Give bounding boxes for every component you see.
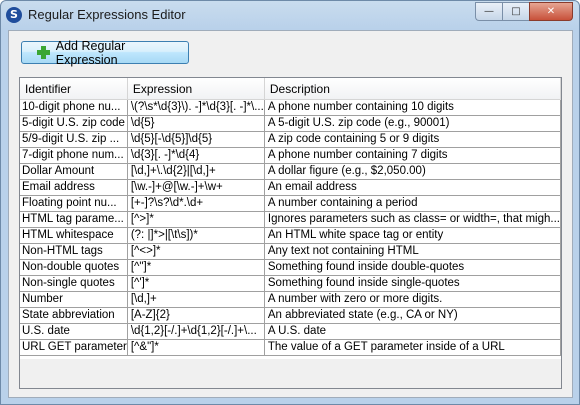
table-row[interactable]: Number [\d,]+ A number with zero or more d… bbox=[20, 291, 561, 308]
client-area: Add Regular Expression Identifier Expres… bbox=[8, 30, 573, 398]
table-row[interactable]: Floating point nu... [+-]?\s?\d*.\d+ A num… bbox=[20, 195, 561, 212]
identifier-cell[interactable]: URL GET parameter bbox=[20, 339, 128, 356]
window-controls: — □ ✕ bbox=[475, 2, 573, 21]
table-row[interactable]: Dollar Amount [\d,]+\.\d{2}|[\d,]+ A dolla… bbox=[20, 163, 561, 180]
identifier-cell[interactable]: Floating point nu... bbox=[20, 195, 128, 212]
expression-cell[interactable]: \d{1,2}[-/.]+\d{1,2}[-/.]+\... bbox=[127, 323, 265, 340]
identifier-cell[interactable]: Non-single quotes bbox=[20, 275, 128, 292]
expression-cell[interactable]: [^"]* bbox=[127, 259, 265, 276]
table-row[interactable]: U.S. date \d{1,2}[-/.]+\d{1,2}[-/.]+\... A… bbox=[20, 323, 561, 340]
expression-cell[interactable]: [^<>]* bbox=[127, 243, 265, 260]
identifier-cell[interactable]: Number bbox=[20, 291, 128, 308]
expression-cell[interactable]: \d{5} bbox=[127, 115, 265, 132]
column-header-description[interactable]: Description bbox=[264, 78, 561, 100]
expression-cell[interactable]: [^&"]* bbox=[127, 339, 265, 356]
identifier-cell[interactable]: Email address bbox=[20, 179, 128, 196]
description-cell[interactable]: The value of a GET parameter inside of a… bbox=[264, 339, 561, 356]
expression-cell[interactable]: [\w.-]+@[\w.-]+\w+ bbox=[127, 179, 265, 196]
identifier-cell[interactable]: 10-digit phone nu... bbox=[20, 99, 128, 116]
description-cell[interactable]: A number containing a period bbox=[264, 195, 561, 212]
expression-cell[interactable]: [^>]* bbox=[127, 211, 265, 228]
add-button-label: Add Regular Expression bbox=[55, 38, 126, 67]
description-cell[interactable]: A U.S. date bbox=[264, 323, 561, 340]
expressions-table[interactable]: Identifier Expression Description 10-dig… bbox=[19, 77, 562, 389]
table-header-row: Identifier Expression Description bbox=[20, 78, 561, 100]
editor-window: S Regular Expressions Editor — □ ✕ Add R… bbox=[0, 0, 580, 405]
table-row[interactable]: URL GET parameter [^&"]* The value of a GE… bbox=[20, 339, 561, 356]
maximize-button[interactable]: □ bbox=[502, 2, 529, 21]
description-cell[interactable]: An email address bbox=[264, 179, 561, 196]
column-header-expression[interactable]: Expression bbox=[127, 78, 265, 100]
table-row[interactable]: 7-digit phone num... \d{3}[. -]*\d{4} A ph… bbox=[20, 147, 561, 164]
add-regular-expression-button[interactable]: Add Regular Expression bbox=[21, 38, 189, 67]
identifier-cell[interactable]: 5/9-digit U.S. zip ... bbox=[20, 131, 128, 148]
table-row[interactable]: 5-digit U.S. zip code \d{5} A 5-digit U.S.… bbox=[20, 115, 561, 132]
minimize-icon: — bbox=[484, 6, 494, 17]
expression-cell[interactable]: [+-]?\s?\d*.\d+ bbox=[127, 195, 265, 212]
expression-cell[interactable]: [^']* bbox=[127, 275, 265, 292]
identifier-cell[interactable]: Dollar Amount bbox=[20, 163, 128, 180]
description-cell[interactable]: A 5-digit U.S. zip code (e.g., 90001) bbox=[264, 115, 561, 132]
description-cell[interactable]: Something found inside single-quotes bbox=[264, 275, 561, 292]
description-cell[interactable]: A phone number containing 10 digits bbox=[264, 99, 561, 116]
expressions-grid: Identifier Expression Description 10-dig… bbox=[20, 78, 561, 356]
identifier-cell[interactable]: 5-digit U.S. zip code bbox=[20, 115, 128, 132]
description-cell[interactable]: A dollar figure (e.g., $2,050.00) bbox=[264, 163, 561, 180]
title-bar[interactable]: S Regular Expressions Editor — □ ✕ bbox=[1, 1, 579, 29]
description-cell[interactable]: An abbreviated state (e.g., CA or NY) bbox=[264, 307, 561, 324]
table-row[interactable]: Non-double quotes [^"]* Something found in… bbox=[20, 259, 561, 276]
description-cell[interactable]: A phone number containing 7 digits bbox=[264, 147, 561, 164]
identifier-cell[interactable]: 7-digit phone num... bbox=[20, 147, 128, 164]
expression-cell[interactable]: \d{3}[. -]*\d{4} bbox=[127, 147, 265, 164]
maximize-icon: □ bbox=[511, 6, 521, 17]
identifier-cell[interactable]: Non-double quotes bbox=[20, 259, 128, 276]
description-cell[interactable]: Something found inside double-quotes bbox=[264, 259, 561, 276]
close-button[interactable]: ✕ bbox=[529, 2, 573, 21]
identifier-cell[interactable]: State abbreviation bbox=[20, 307, 128, 324]
table-row[interactable]: Email address [\w.-]+@[\w.-]+\w+ An email … bbox=[20, 179, 561, 196]
expression-cell[interactable]: (?: |]*>|[\t\s])* bbox=[127, 227, 265, 244]
table-row[interactable]: 10-digit phone nu... \(?\s*\d{3}\). -]*\d… bbox=[20, 99, 561, 116]
description-cell[interactable]: An HTML white space tag or entity bbox=[264, 227, 561, 244]
description-cell[interactable]: Any text not containing HTML bbox=[264, 243, 561, 260]
table-row[interactable]: Non-single quotes [^']* Something found in… bbox=[20, 275, 561, 292]
close-icon: ✕ bbox=[546, 6, 556, 17]
description-cell[interactable]: A zip code containing 5 or 9 digits bbox=[264, 131, 561, 148]
table-row[interactable]: HTML tag parame... [^>]* Ignores parameter… bbox=[20, 211, 561, 228]
expression-cell[interactable]: [\d,]+\.\d{2}|[\d,]+ bbox=[127, 163, 265, 180]
identifier-cell[interactable]: U.S. date bbox=[20, 323, 128, 340]
identifier-cell[interactable]: HTML tag parame... bbox=[20, 211, 128, 228]
expression-cell[interactable]: [\d,]+ bbox=[127, 291, 265, 308]
expression-cell[interactable]: \d{5}[-\d{5}]\d{5} bbox=[127, 131, 265, 148]
description-cell[interactable]: Ignores parameters such as class= or wid… bbox=[264, 211, 561, 228]
identifier-cell[interactable]: Non-HTML tags bbox=[20, 243, 128, 260]
table-row[interactable]: State abbreviation [A-Z]{2} An abbreviated… bbox=[20, 307, 561, 324]
minimize-button[interactable]: — bbox=[475, 2, 502, 21]
table-row[interactable]: 5/9-digit U.S. zip ... \d{5}[-\d{5}]\d{5}… bbox=[20, 131, 561, 148]
identifier-cell[interactable]: HTML whitespace bbox=[20, 227, 128, 244]
column-header-identifier[interactable]: Identifier bbox=[20, 78, 128, 100]
window-title: Regular Expressions Editor bbox=[28, 7, 186, 22]
plus-icon bbox=[37, 46, 50, 59]
description-cell[interactable]: A number with zero or more digits. bbox=[264, 291, 561, 308]
table-empty-area bbox=[20, 359, 561, 388]
app-icon[interactable]: S bbox=[6, 7, 22, 23]
table-row[interactable]: Non-HTML tags [^<>]* Any text not containi… bbox=[20, 243, 561, 260]
expression-cell[interactable]: \(?\s*\d{3}\). -]*\d{3}[. -]*\... bbox=[127, 99, 265, 116]
table-row[interactable]: HTML whitespace (?: |]*>|[\t\s])* An HTML … bbox=[20, 227, 561, 244]
expression-cell[interactable]: [A-Z]{2} bbox=[127, 307, 265, 324]
